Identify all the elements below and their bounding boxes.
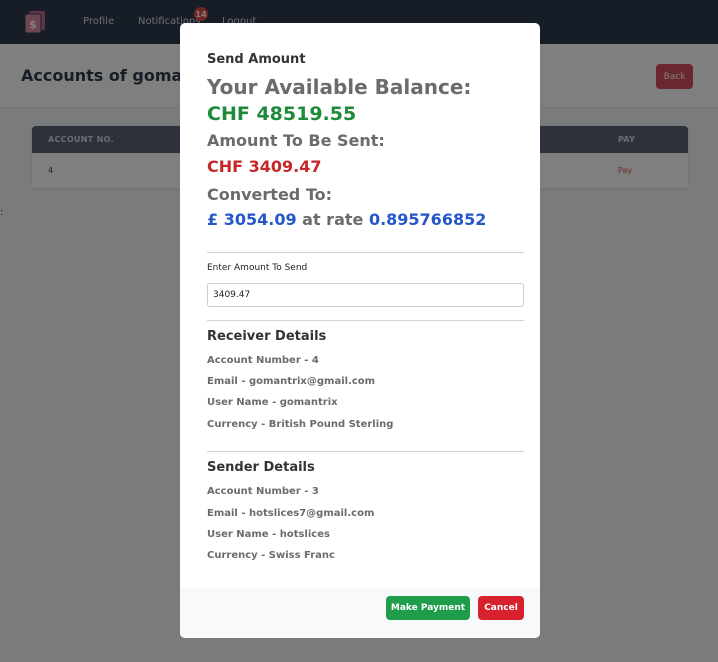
- converted-label: Converted To:: [207, 185, 332, 204]
- converted-value: £ 3054.09: [207, 210, 297, 229]
- receiver-username: User Name - gomantrix: [207, 397, 338, 408]
- sender-details-title: Sender Details: [207, 460, 315, 475]
- cancel-button[interactable]: Cancel: [478, 596, 524, 620]
- rate-text: at rate: [302, 210, 364, 229]
- amount-input[interactable]: [207, 283, 524, 307]
- sender-account-number: Account Number - 3: [207, 486, 319, 497]
- sender-email: Email - hotslices7@gmail.com: [207, 508, 375, 519]
- divider: [207, 451, 524, 452]
- amount-sent-value: CHF 3409.47: [207, 157, 322, 176]
- sender-currency: Currency - Swiss Franc: [207, 550, 335, 561]
- make-payment-button[interactable]: Make Payment: [386, 596, 470, 620]
- divider: [207, 320, 524, 321]
- converted-line: £ 3054.09 at rate 0.895766852: [207, 210, 486, 229]
- balance-value: CHF 48519.55: [207, 103, 357, 125]
- receiver-details-title: Receiver Details: [207, 329, 327, 344]
- sender-username: User Name - hotslices: [207, 529, 330, 540]
- divider: [207, 252, 524, 253]
- balance-label: Your Available Balance:: [207, 75, 472, 99]
- modal-title: Send Amount: [207, 52, 306, 67]
- amount-input-label: Enter Amount To Send: [207, 263, 308, 273]
- receiver-email: Email - gomantrix@gmail.com: [207, 376, 376, 387]
- receiver-account-number: Account Number - 4: [207, 355, 319, 366]
- send-amount-modal: Send Amount Your Available Balance: CHF …: [180, 23, 540, 638]
- receiver-currency: Currency - British Pound Sterling: [207, 419, 394, 430]
- amount-sent-label: Amount To Be Sent:: [207, 131, 385, 150]
- rate-value: 0.895766852: [368, 210, 487, 229]
